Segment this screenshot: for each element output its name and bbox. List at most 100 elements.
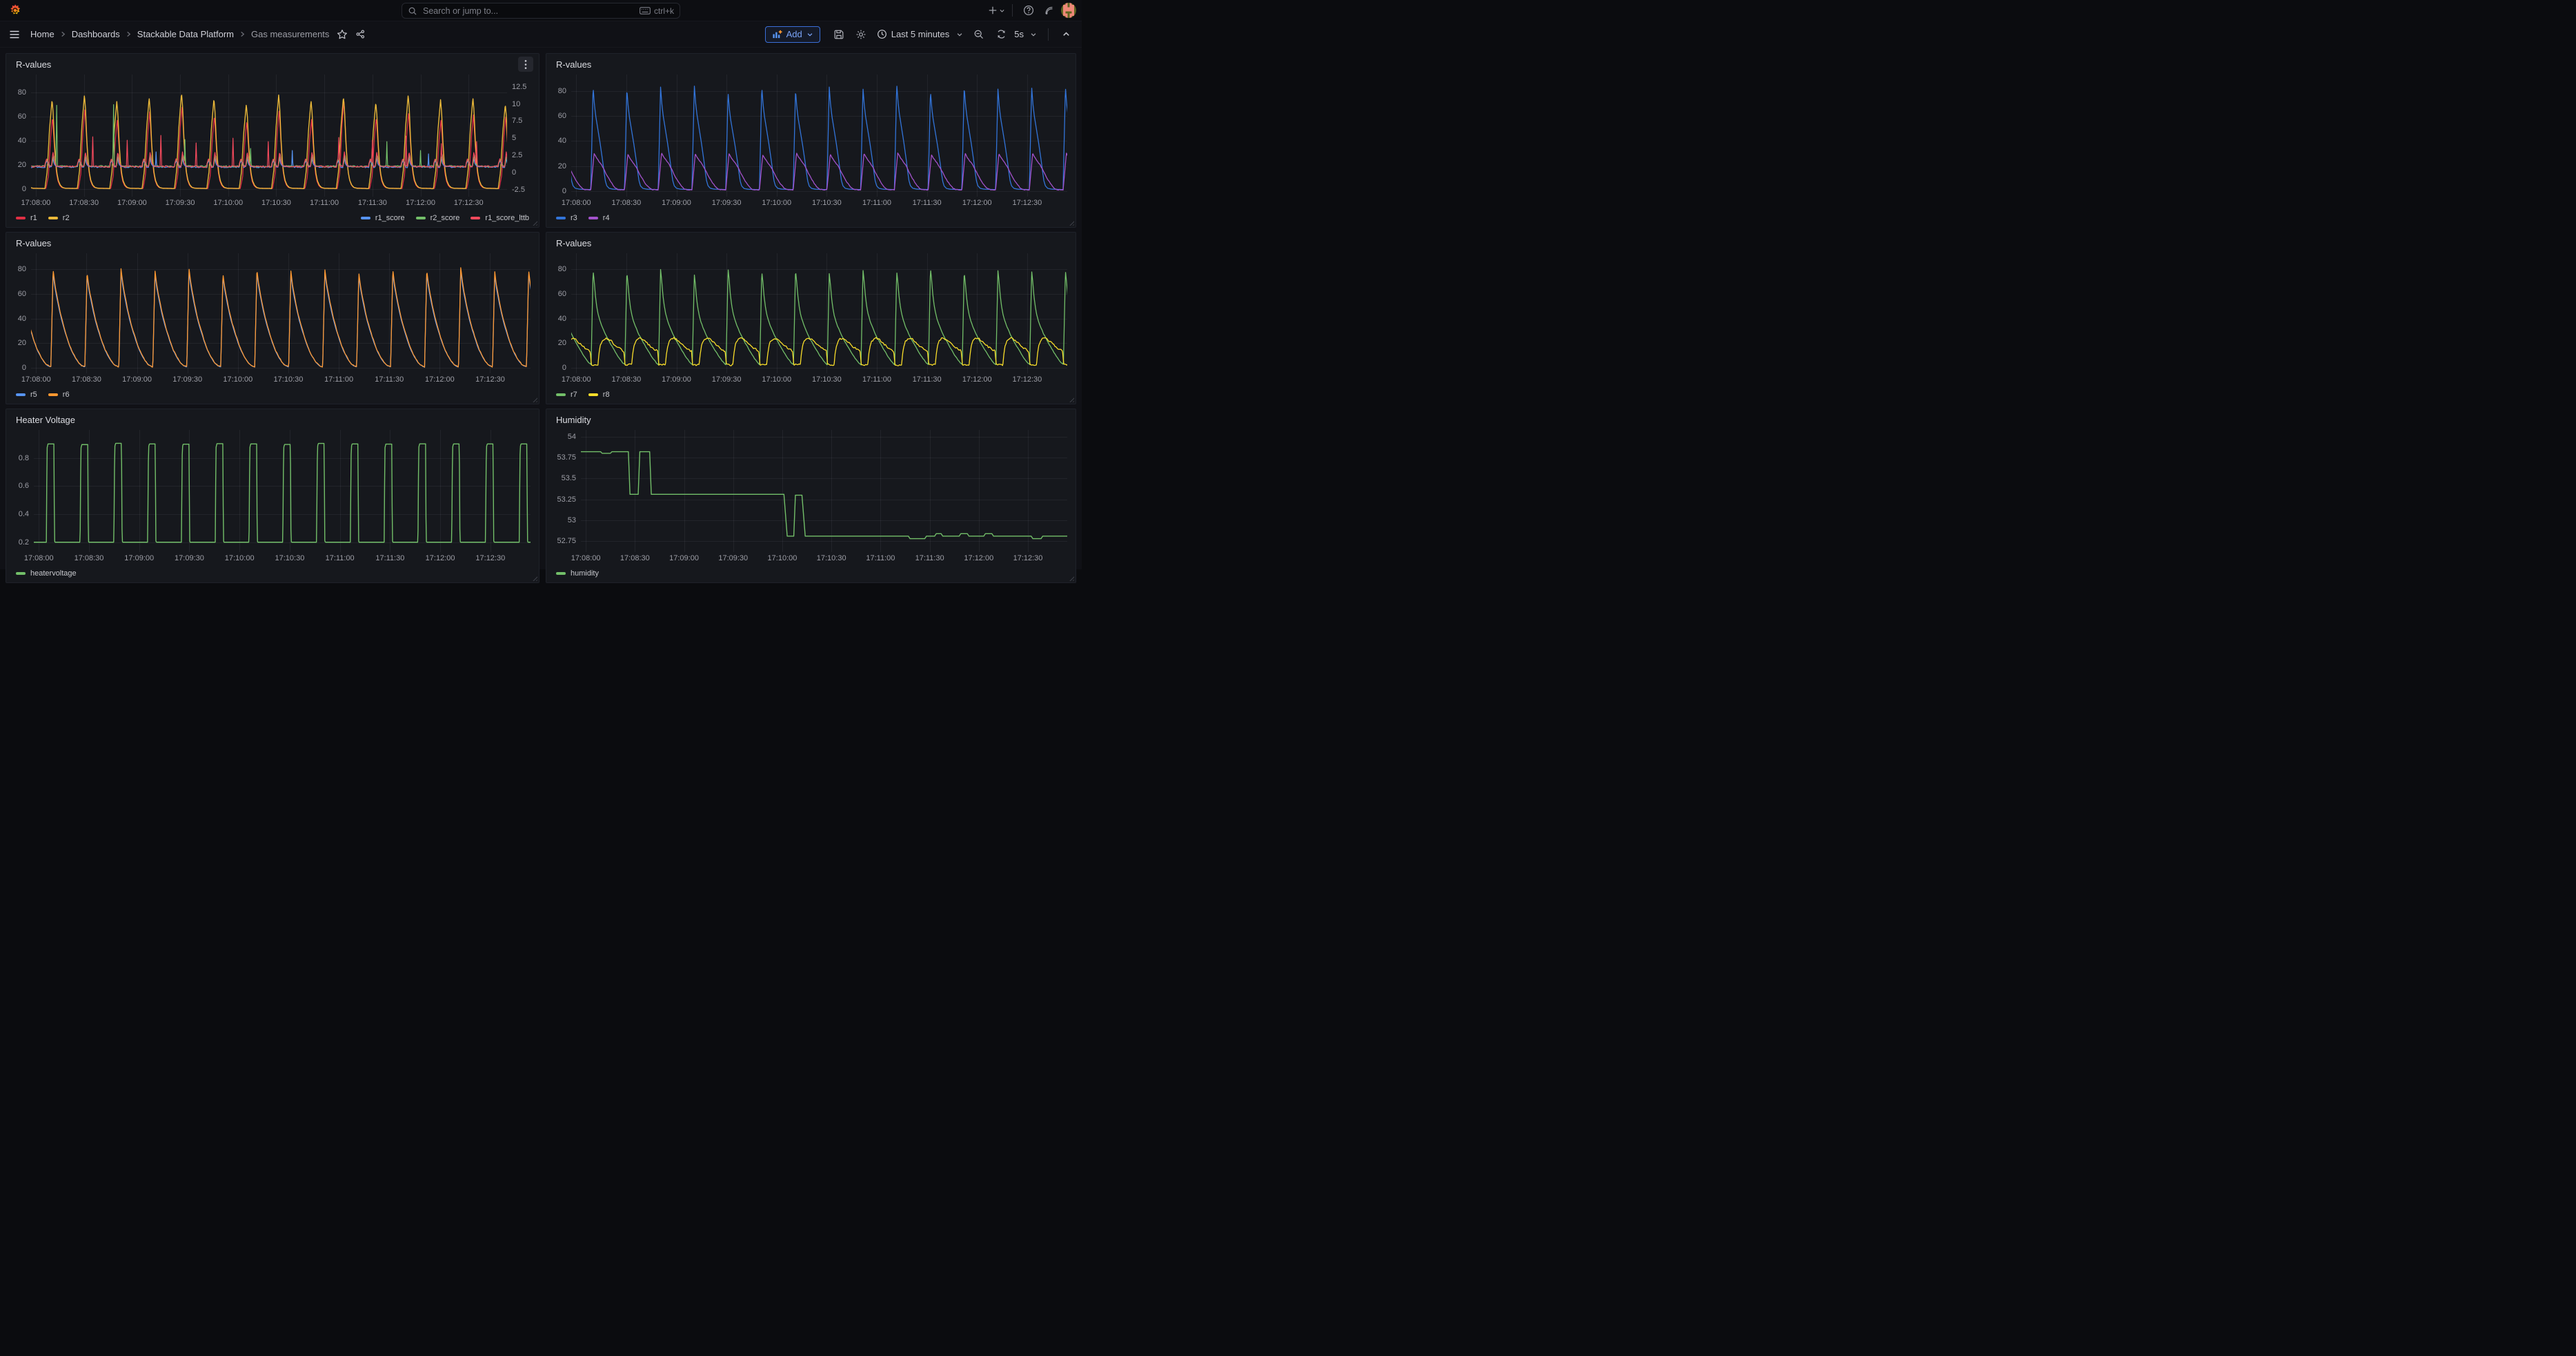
collapse-toolbar-icon[interactable] [1057, 26, 1075, 43]
legend-item[interactable]: r6 [48, 391, 70, 399]
panel-menu-icon[interactable] [518, 57, 533, 72]
legend-item[interactable]: r3 [556, 214, 577, 222]
zoom-out-icon[interactable] [970, 26, 988, 43]
x-tick-label: 17:09:00 [662, 375, 691, 384]
y-tick-label: 0 [22, 185, 26, 193]
dashboard-settings-icon[interactable] [852, 26, 870, 43]
legend-item[interactable]: r1_score_lttb [470, 214, 529, 222]
x-tick-label: 17:10:00 [762, 375, 791, 384]
legend-label: r2_score [430, 214, 460, 222]
refresh-icon[interactable] [992, 26, 1010, 43]
breadcrumb-dashboards[interactable]: Dashboards [72, 29, 120, 39]
breadcrumb-current: Gas measurements [251, 29, 329, 39]
x-tick-label: 17:11:00 [862, 199, 891, 207]
chevron-right-icon [126, 30, 132, 38]
legend-item[interactable]: r8 [588, 391, 610, 399]
y-tick-label: 60 [558, 112, 566, 120]
legend-swatch [16, 572, 26, 575]
breadcrumb-home[interactable]: Home [30, 29, 55, 39]
legend-swatch [470, 217, 480, 219]
y-tick-label: 60 [18, 112, 26, 121]
y-tick-label: 53.25 [557, 495, 576, 504]
panel-header[interactable]: Humidity [546, 409, 1076, 430]
add-button[interactable]: Add [765, 26, 820, 43]
refresh-interval-picker[interactable]: 5s [1014, 26, 1040, 43]
y-tick-label: 20 [18, 339, 26, 347]
grafana-logo-icon[interactable] [8, 3, 22, 17]
panel-title: Heater Voltage [16, 415, 75, 425]
user-avatar[interactable] [1061, 3, 1076, 18]
panel-header[interactable]: R-values [6, 54, 539, 75]
x-tick-label: 17:10:00 [768, 554, 797, 562]
x-tick-label: 17:10:30 [275, 554, 304, 562]
chart-canvas[interactable] [31, 75, 507, 197]
legend-item[interactable]: heatervoltage [16, 569, 77, 578]
legend-label: r1 [30, 214, 37, 222]
y-tick-label: 80 [558, 87, 566, 95]
breadcrumb-folder[interactable]: Stackable Data Platform [137, 29, 234, 39]
chart-canvas[interactable] [571, 253, 1067, 373]
legend-item[interactable]: r4 [588, 214, 610, 222]
legend-label: r6 [63, 391, 70, 399]
y-axis-right [1067, 430, 1076, 552]
x-tick-label: 17:12:30 [1012, 199, 1042, 207]
chevron-right-icon [60, 30, 66, 38]
share-icon[interactable] [351, 26, 369, 43]
legend-item[interactable]: r5 [16, 391, 37, 399]
panel-title: Humidity [556, 415, 591, 425]
add-panel-icon [772, 29, 782, 39]
dashboard-panel: Humidity 52.755353.2553.553.7554 17:08:0… [546, 409, 1076, 583]
chart-canvas[interactable] [581, 430, 1067, 552]
x-tick-label: 17:08:00 [24, 554, 54, 562]
legend: heatervoltage [6, 564, 539, 582]
y-axis-left: 0.20.40.60.8 [6, 430, 34, 552]
y-tick-label: 20 [18, 161, 26, 169]
mega-menu-icon[interactable] [6, 26, 23, 43]
x-tick-label: 17:12:30 [454, 199, 484, 207]
x-tick-label: 17:12:30 [1013, 554, 1043, 562]
legend-item[interactable]: r1 [16, 214, 37, 222]
panel-header[interactable]: Heater Voltage [6, 409, 539, 430]
x-tick-label: 17:10:00 [225, 554, 255, 562]
favorite-star-icon[interactable] [333, 26, 351, 43]
x-tick-label: 17:11:00 [310, 199, 339, 207]
legend: r1 r2 r1_score r2_score r1_score_lttb [6, 209, 539, 227]
panel-header[interactable]: R-values [6, 233, 539, 253]
help-icon[interactable] [1020, 1, 1038, 19]
legend-item[interactable]: r2_score [416, 214, 460, 222]
y-tick-label: 40 [18, 137, 26, 145]
legend-item[interactable]: humidity [556, 569, 599, 578]
y-tick-label: 60 [558, 290, 566, 298]
chart-canvas[interactable] [571, 75, 1067, 197]
x-tick-label: 17:09:00 [122, 375, 152, 384]
x-tick-label: 17:12:00 [406, 199, 435, 207]
search-input[interactable] [422, 6, 635, 17]
dashboard-grid: R-values 020406080 -2.502.557.51012.5 17… [0, 48, 1082, 569]
panel-header[interactable]: R-values [546, 54, 1076, 75]
legend-item[interactable]: r7 [556, 391, 577, 399]
save-dashboard-icon[interactable] [830, 26, 848, 43]
chart-canvas[interactable] [31, 253, 531, 373]
x-tick-label: 17:11:00 [326, 554, 355, 562]
y-tick-label: 0 [562, 364, 566, 372]
legend-item[interactable]: r1_score [361, 214, 405, 222]
y-axis-right [531, 430, 539, 552]
dashboard-panel: R-values 020406080 -2.502.557.51012.5 17… [6, 53, 539, 228]
legend-label: r2 [63, 214, 70, 222]
y-axis-right [1067, 253, 1076, 373]
search-bar[interactable]: ctrl+k [402, 3, 680, 19]
news-icon[interactable] [1040, 1, 1058, 19]
new-button[interactable] [987, 1, 1005, 19]
y-tick-label: 52.75 [557, 537, 576, 545]
x-tick-label: 17:10:30 [261, 199, 291, 207]
search-shortcut: ctrl+k [640, 6, 674, 16]
x-tick-label: 17:10:30 [812, 375, 842, 384]
y-tick-label: 53.75 [557, 453, 576, 462]
dashboard-panel: R-values 020406080 17:08:0017:08:3017:09… [546, 232, 1076, 404]
panel-header[interactable]: R-values [546, 233, 1076, 253]
x-tick-label: 17:11:30 [375, 554, 404, 562]
time-range-picker[interactable]: Last 5 minutes [874, 26, 967, 43]
chart-canvas[interactable] [34, 430, 531, 552]
legend-swatch [556, 217, 566, 219]
legend-item[interactable]: r2 [48, 214, 70, 222]
